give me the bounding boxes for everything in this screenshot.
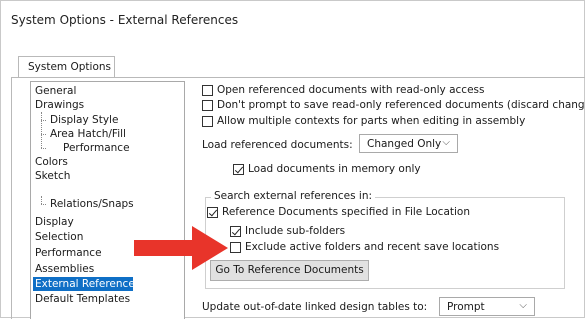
load-referenced-label: Load referenced documents: [202, 139, 353, 151]
exclude-active-checkbox[interactable] [230, 241, 241, 253]
tree-item-general[interactable]: General [33, 84, 78, 98]
go-to-reference-documents-button[interactable]: Go To Reference Documents [210, 260, 369, 281]
tree-connector [41, 196, 42, 204]
tree-item-area-hatch-fill[interactable]: Area Hatch/Fill [48, 127, 128, 141]
tree-connector [41, 134, 46, 135]
tree-item-relations-snaps[interactable]: Relations/Snaps [48, 197, 136, 211]
allow-multiple-contexts-label: Allow multiple contexts for parts when e… [217, 115, 526, 127]
red-arrow-shape [134, 226, 228, 270]
tree-item-sketch[interactable]: Sketch [33, 169, 72, 183]
tree-item-performance[interactable]: Performance [33, 246, 104, 260]
tree-connector [41, 204, 46, 205]
red-arrow-icon [134, 226, 228, 270]
tree-item-assemblies[interactable]: Assemblies [33, 262, 96, 276]
load-referenced-select[interactable]: Changed Only ⌵ [359, 134, 458, 153]
update-design-tables-label: Update out-of-date linked design tables … [202, 301, 428, 313]
update-design-tables-select[interactable]: Prompt ⌵ [439, 297, 535, 316]
load-in-memory-checkbox[interactable] [233, 163, 244, 175]
reference-docs-checkbox[interactable] [207, 206, 218, 218]
open-readonly-label: Open referenced documents with read-only… [217, 84, 485, 96]
tree-item-drawings-performance[interactable]: Performance [61, 141, 132, 155]
include-subfolders-option[interactable]: Include sub-folders [230, 225, 345, 237]
load-in-memory-label: Load documents in memory only [248, 163, 421, 175]
chevron-down-icon: ⌵ [442, 137, 450, 148]
window-title: System Options - External References [11, 13, 239, 27]
tree-item-default-templates[interactable]: Default Templates [33, 292, 132, 306]
allow-multiple-contexts-option[interactable]: Allow multiple contexts for parts when e… [202, 115, 525, 127]
tree-item-drawings[interactable]: Drawings [33, 98, 86, 112]
category-tree[interactable]: General Drawings Display Style Area Hatc… [30, 81, 185, 319]
tree-item-colors[interactable]: Colors [33, 155, 70, 169]
dont-prompt-save-option[interactable]: Don't prompt to save read-only reference… [202, 99, 585, 111]
load-in-memory-option[interactable]: Load documents in memory only [233, 163, 421, 175]
exclude-active-option[interactable]: Exclude active folders and recent save l… [230, 241, 499, 253]
exclude-active-label: Exclude active folders and recent save l… [245, 241, 500, 253]
dont-prompt-save-label: Don't prompt to save read-only reference… [217, 99, 585, 111]
tree-connector [41, 120, 46, 121]
tree-item-display[interactable]: Display [33, 215, 76, 229]
dont-prompt-save-checkbox[interactable] [202, 99, 213, 111]
update-design-tables-value: Prompt [447, 301, 485, 313]
tab-system-options[interactable]: System Options [18, 56, 115, 78]
tree-connector [41, 148, 46, 149]
reference-docs-label: Reference Documents specified in File Lo… [222, 206, 471, 218]
system-options-window: System Options - External References Sys… [0, 0, 585, 319]
include-subfolders-label: Include sub-folders [245, 225, 346, 237]
open-readonly-checkbox[interactable] [202, 84, 213, 96]
open-readonly-option[interactable]: Open referenced documents with read-only… [202, 84, 484, 96]
chevron-down-icon: ⌵ [519, 300, 527, 311]
allow-multiple-contexts-checkbox[interactable] [202, 115, 213, 127]
tree-item-external-references[interactable]: External References [33, 277, 140, 291]
include-subfolders-checkbox[interactable] [230, 225, 241, 237]
tree-connector [41, 112, 42, 148]
load-referenced-value: Changed Only [367, 138, 442, 150]
tree-item-display-style[interactable]: Display Style [48, 113, 120, 127]
search-group-label: Search external references in: [211, 190, 376, 202]
reference-docs-option[interactable]: Reference Documents specified in File Lo… [207, 206, 470, 218]
tree-item-selection[interactable]: Selection [33, 230, 85, 244]
